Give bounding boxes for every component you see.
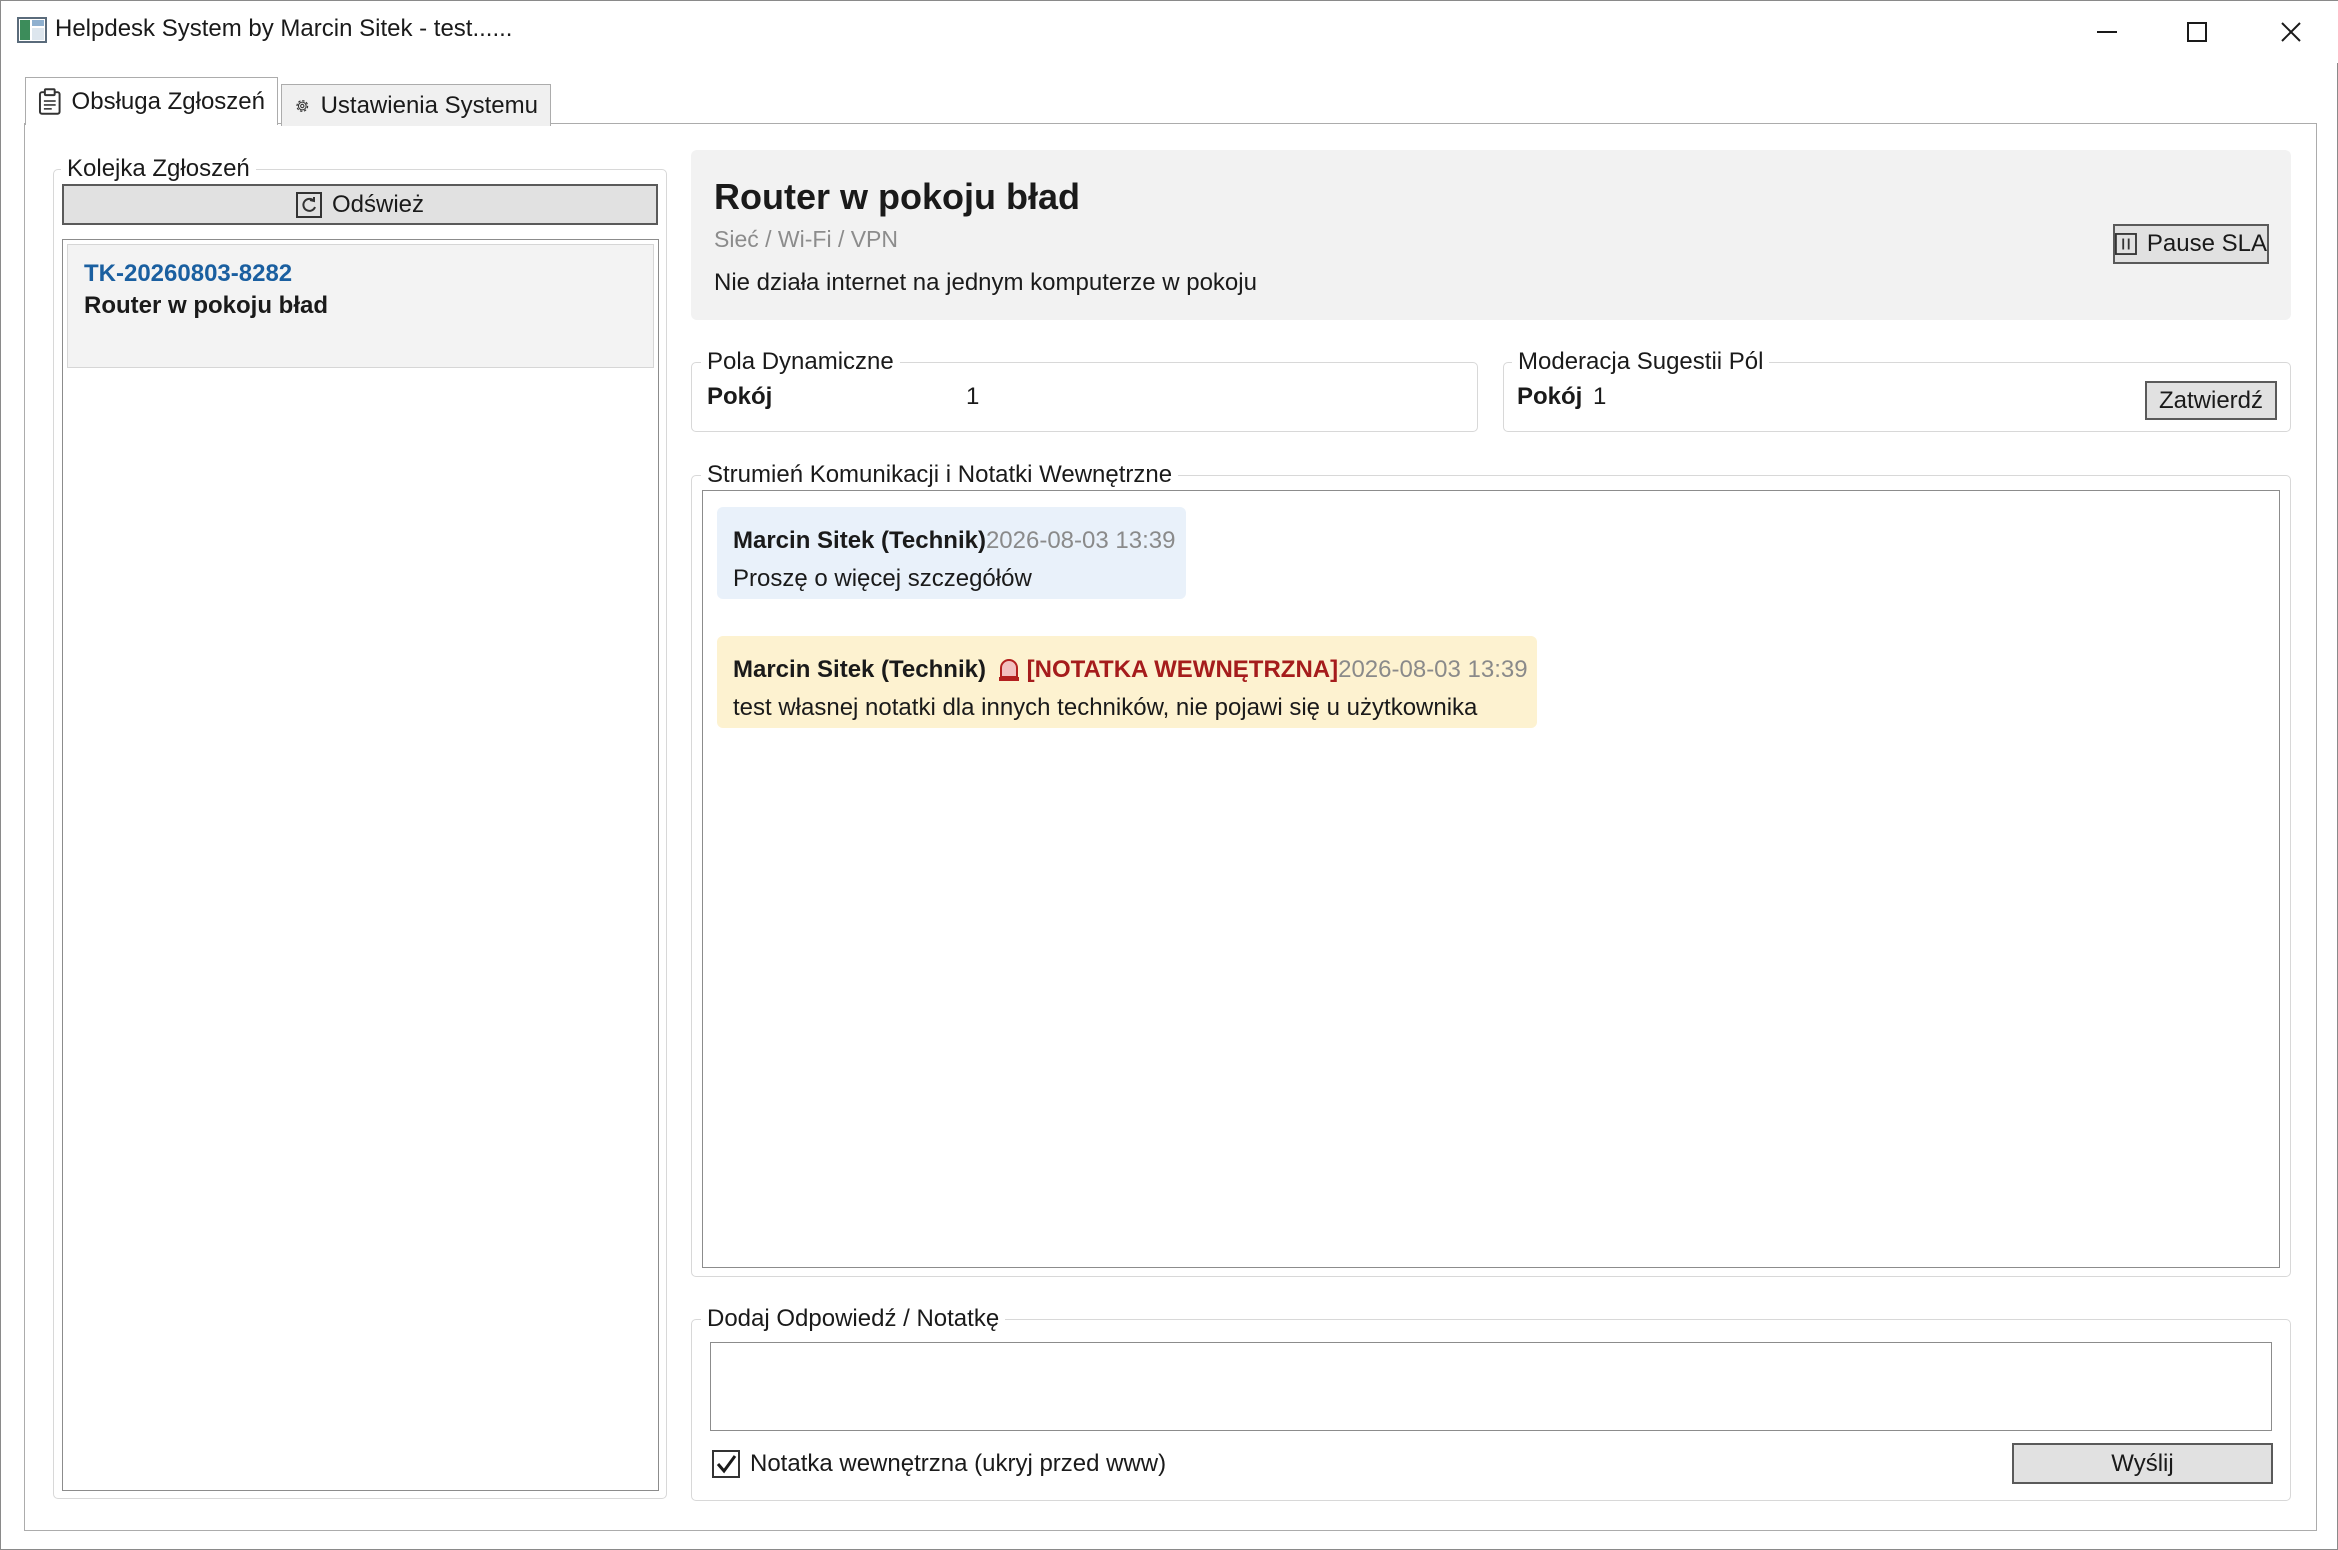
send-button[interactable]: Wyślij (2012, 1443, 2273, 1484)
tab-ticket-handling[interactable]: Obsługa Zgłoszeń (25, 77, 278, 125)
dynamic-fields-legend: Pola Dynamiczne (701, 348, 900, 376)
ticket-description: Nie działa internet na jednym komputerze… (714, 269, 1257, 296)
ticket-list-item[interactable]: TK-20260803-8282 Router w pokoju bład (67, 244, 654, 368)
tab-system-settings-label: Ustawienia Systemu (320, 91, 538, 119)
ticket-header-panel: Router w pokoju bład Sieć / Wi-Fi / VPN … (691, 150, 2291, 320)
refresh-label: Odśwież (331, 190, 425, 218)
minimize-button[interactable] (2061, 1, 2153, 63)
message-bubble: Marcin Sitek (Technik) 2026-08-03 13:39 … (717, 507, 1186, 599)
message-header: Marcin Sitek (Technik) 2026-08-03 13:39 (733, 527, 1175, 555)
send-label: Wyślij (2111, 1449, 2174, 1477)
ticket-category: Sieć / Wi-Fi / VPN (714, 226, 899, 252)
message-author: Marcin Sitek (Technik) (733, 656, 993, 683)
maximize-button[interactable] (2151, 1, 2243, 63)
maximize-icon (2187, 22, 2207, 42)
dynamic-field-label: Pokój (707, 383, 773, 410)
pause-sla-button[interactable]: Pause SLA (2113, 224, 2269, 264)
window-title: Helpdesk System by Marcin Sitek - test..… (55, 15, 513, 42)
reply-textarea[interactable] (710, 1342, 2272, 1431)
internal-note-bubble: Marcin Sitek (Technik) [NOTATKA WEWNĘTRZ… (717, 636, 1537, 728)
refresh-icon (295, 191, 322, 218)
message-body: Proszę o więcej szczegółów (733, 565, 1032, 592)
moderation-legend: Moderacja Sugestii Pól (1512, 348, 1770, 376)
ticket-id: TK-20260803-8282 (84, 260, 293, 287)
internal-note-checkbox[interactable] (712, 1450, 740, 1478)
reply-legend: Dodaj Odpowiedź / Notatkę (701, 1305, 1006, 1333)
tab-ticket-handling-label: Obsługa Zgłoszeń (71, 87, 265, 115)
refresh-button[interactable]: Odśwież (62, 184, 658, 225)
approve-button[interactable]: Zatwierdź (2145, 381, 2277, 420)
queue-legend: Kolejka Zgłoszeń (61, 155, 256, 183)
moderation-field-value: 1 (1593, 383, 1607, 410)
message-author: Marcin Sitek (Technik) (733, 527, 986, 554)
ticket-list-title: Router w pokoju bład (84, 292, 328, 319)
approve-label: Zatwierdź (2158, 386, 2264, 414)
message-body: test własnej notatki dla innych technikó… (733, 694, 1478, 721)
close-button[interactable] (2245, 1, 2337, 63)
gear-icon (296, 99, 309, 112)
clipboard-icon (38, 87, 61, 115)
ticket-title: Router w pokoju bład (714, 176, 1080, 217)
pause-icon (2115, 233, 2137, 255)
app-window: Helpdesk System by Marcin Sitek - test..… (0, 0, 2338, 1550)
alarm-light-icon (998, 659, 1019, 681)
pause-sla-label: Pause SLA (2146, 230, 2267, 257)
internal-note-checkbox-label[interactable]: Notatka wewnętrzna (ukryj przed www) (750, 1450, 1166, 1478)
title-bar: Helpdesk System by Marcin Sitek - test..… (1, 1, 2338, 63)
message-timestamp: 2026-08-03 13:39 (985, 527, 1176, 554)
tab-system-settings[interactable]: Ustawienia Systemu (281, 84, 551, 126)
moderation-field-label: Pokój (1517, 383, 1583, 410)
internal-note-tag: [NOTATKA WEWNĘTRZNA] (1026, 656, 1339, 683)
ticket-list[interactable] (62, 239, 659, 1491)
message-timestamp: 2026-08-03 13:39 (1338, 656, 1528, 683)
minimize-icon (2097, 31, 2117, 33)
message-header: Marcin Sitek (Technik) [NOTATKA WEWNĘTRZ… (733, 656, 1528, 684)
dynamic-field-value: 1 (966, 383, 980, 410)
message-stream[interactable]: Marcin Sitek (Technik) 2026-08-03 13:39 … (702, 490, 2280, 1268)
stream-legend: Strumień Komunikacji i Notatki Wewnętrzn… (701, 461, 1179, 489)
checkmark-icon (716, 1455, 737, 1474)
app-icon (17, 17, 47, 43)
close-icon (2281, 22, 2301, 42)
